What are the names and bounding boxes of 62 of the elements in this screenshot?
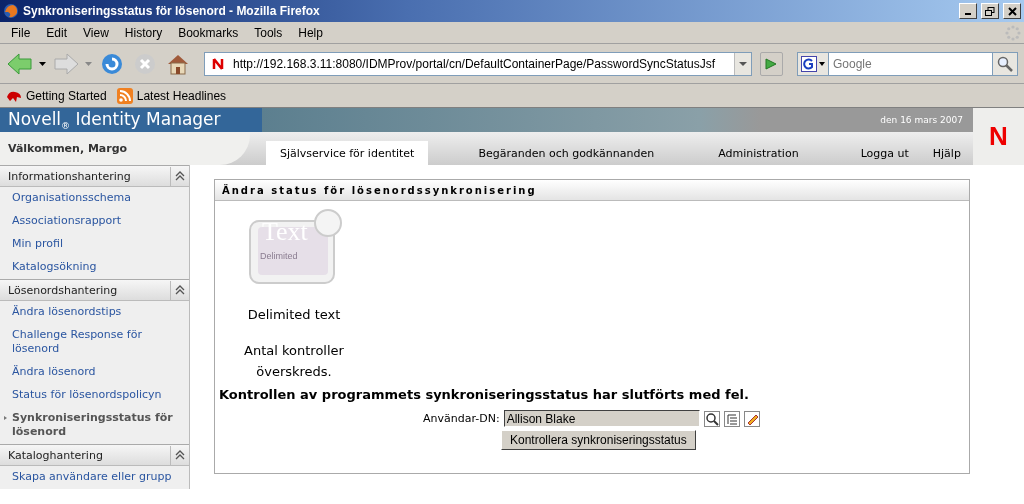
sidebar-section-header[interactable]: Lösenordshantering [0,279,189,301]
search-engine-button[interactable] [797,51,828,76]
sidebar-item[interactable]: Status för lösenordspolicyn [0,384,189,407]
search-engine-icon [801,55,817,72]
sidebar-item[interactable]: Ändra lösenordstips [0,301,189,324]
nav-tab[interactable]: Begäranden och godkännanden [464,141,669,165]
bookmark-link[interactable]: Getting Started [26,88,107,103]
menu-item[interactable]: File [3,25,39,40]
feed-icon [116,87,133,104]
minimize-button[interactable] [959,3,977,19]
play-icon [765,57,778,70]
sidebar-item[interactable]: Organisationsschema [0,187,189,210]
welcome-label: Välkommen, Margo [0,132,250,165]
restore-icon [985,6,995,16]
field-label: Användar-DN: [423,412,500,425]
edit-icon[interactable] [743,410,760,427]
restore-button[interactable] [981,3,999,19]
menu-item[interactable]: View [75,25,117,40]
header-link[interactable]: Logga ut [848,141,921,165]
caret-icon [819,61,825,66]
bookmark-link[interactable]: Latest Headlines [136,88,227,103]
caret-icon[interactable] [738,61,747,66]
search-icon[interactable] [703,410,720,427]
menu-item[interactable]: History [116,25,171,40]
search-field[interactable]: Google [828,51,993,76]
sidebar-item[interactable]: Synkroniseringsstatus för lösenord [0,407,189,444]
collapse-icon[interactable] [175,285,185,295]
result-message: Kontrollen av programmets synkroniseringsstatus har slutförts med fel. [219,387,750,402]
check-status-button[interactable]: Kontrollera synkroniseringsstatus [501,430,696,450]
header-link[interactable]: Hjälp [920,141,973,165]
message: Antal kontroller överskreds. [243,342,345,381]
menu-item[interactable]: Edit [38,25,76,40]
menu-item[interactable]: Bookmarks [170,25,247,40]
close-icon [1007,6,1017,16]
sidebar-section-header[interactable]: Informationshantering [0,165,189,187]
throbber-icon [1005,24,1021,41]
nav-tab[interactable]: Självservice för identitet [266,141,429,165]
close-button[interactable] [1003,3,1021,19]
panel-title: Ändra status för lösenordssynkronisering [215,180,969,201]
sidebar-item[interactable]: Challenge Response för lösenord [0,324,189,361]
sidebar-item[interactable]: Associationsrapport [0,210,189,233]
menu-item[interactable]: Tools [246,25,291,40]
go-button[interactable] [759,51,783,76]
window-title: Synkroniseringsstatus för lösenord - Mozilla Firefox [23,4,321,18]
collapse-icon[interactable] [175,171,185,181]
product-name: Novell$_{®}$ Identity Manager [7,108,222,132]
browser-icon [3,3,19,19]
sidebar-item[interactable]: Min profil [0,233,189,256]
address-field[interactable]: http://192.168.3.11:8080/IDMProv/portal/cn/DefaultContainerPage/PasswordSyncStatusJsf [204,51,752,76]
collapse-icon[interactable] [175,450,185,460]
nav-tab[interactable]: Administration [704,141,813,165]
menu-item[interactable]: Help [290,25,331,40]
logo: N [972,108,1024,165]
user-dn-field[interactable]: Allison Blake [503,410,700,427]
search-button[interactable] [993,51,1018,76]
date-label: den 16 mars 2007 [880,115,964,125]
caret-icon[interactable] [39,61,47,66]
sidebar-item[interactable]: Ändra lösenord [0,361,189,384]
sidebar-item[interactable]: Skapa användare eller grupp [0,466,189,489]
caption: Delimited text [247,307,341,322]
sidebar-item[interactable]: Katalogsökning [0,256,189,279]
sidebar-section-header[interactable]: Kataloghantering [0,444,189,466]
